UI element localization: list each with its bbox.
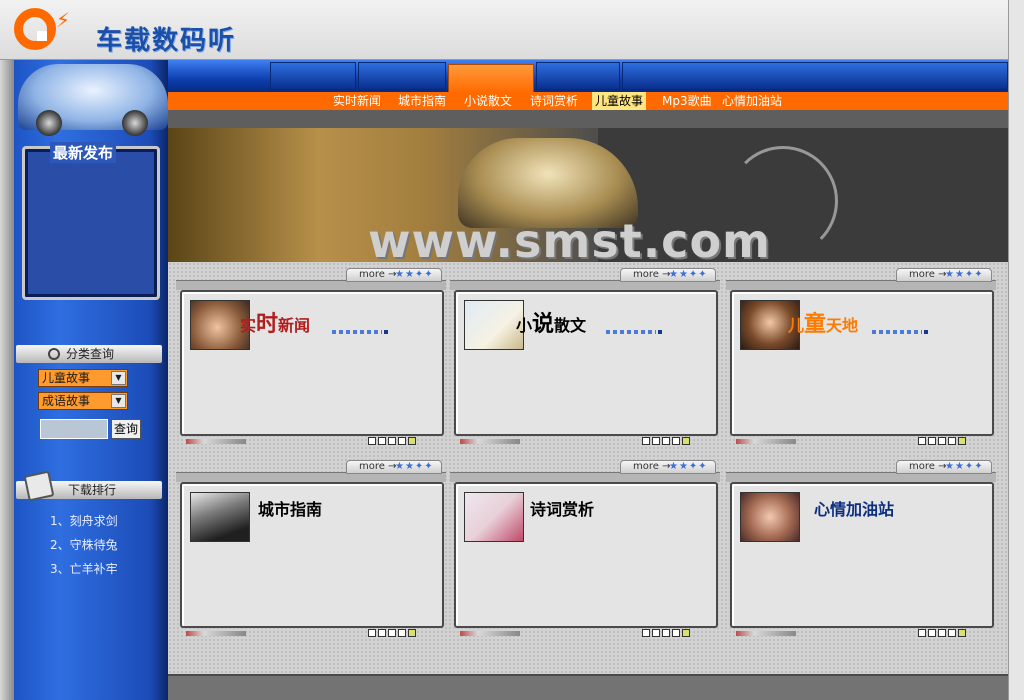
nav-active-tab[interactable] [448,64,534,94]
panel-body: 心情加油站 [730,482,994,628]
search-input[interactable] [40,419,108,439]
banner-url-text: www.smst.com [368,214,771,262]
download-icon [23,470,55,502]
category-select-value: 儿童故事 [42,371,91,385]
panel-mood: more → ★★✦✦ 心情加油站 [726,460,996,640]
panel-title: 小说散文 [516,311,587,337]
banner: www.smst.com [168,128,1008,262]
magnifier-icon [48,348,60,360]
panel-title: 儿童天地 [788,311,859,337]
panel-body: 诗词赏析 [454,482,718,628]
more-link[interactable]: more → ★★✦✦ [346,460,442,474]
panel-poetry: more → ★★✦✦ 诗词赏析 [450,460,720,640]
woman-glasses-thumb-image [740,492,800,542]
download-rank-header: 下载排行 [16,470,162,502]
category-query-label: 分类查询 [66,347,115,361]
beach-chair-thumb-image [464,300,524,350]
more-label: more → [909,269,947,280]
more-label: more → [633,269,671,280]
more-label: more → [633,461,671,472]
car-wheel-icon [122,110,148,136]
nav-item-poetry[interactable]: 诗词赏析 [530,92,578,110]
panel-title: 城市指南 [258,500,323,519]
panel-body: 儿童天地 [730,290,994,436]
more-label: more → [359,269,397,280]
car-image [18,64,168,136]
more-link[interactable]: more → ★★✦✦ [346,268,442,282]
stars-icon: ★★✦✦ [395,269,434,280]
panel-bottom [730,436,994,448]
nav-tab-slot [270,62,356,90]
subcategory-select-value: 成语故事 [42,394,91,408]
top-nav-orange [168,92,1008,110]
more-link[interactable]: more → ★★✦✦ [896,460,992,474]
stars-icon: ★★✦✦ [669,269,708,280]
dropdown-arrow-icon[interactable]: ▼ [111,394,126,408]
panel-bottom [730,628,994,640]
stars-icon: ★★✦✦ [945,461,984,472]
logo-spark-icon: ⚡ [56,8,71,32]
nav-item-children-stories[interactable]: 儿童故事 [592,92,647,110]
dotted-line-decoration [872,330,928,334]
panel-city-guide: more → ★★✦✦ 城市指南 [176,460,446,640]
dropdown-arrow-icon[interactable]: ▼ [111,371,126,385]
panel-body: 实时新闻 [180,290,444,436]
rank-item-1[interactable]: 1、刻舟求剑 [50,512,118,529]
nav-item-mp3[interactable]: Mp3歌曲 [662,92,712,110]
panel-title: 实时新闻 [240,311,311,337]
nav-tab-slot [536,62,620,90]
panel-bottom [454,436,718,448]
panel-novels: more → ★★✦✦ 小说散文 [450,268,720,448]
more-label: more → [359,461,397,472]
site-logo-text: 车载数码听 [96,26,237,56]
stars-icon: ★★✦✦ [669,461,708,472]
dotted-line-decoration [606,330,662,334]
latest-news-box [22,146,160,300]
panel-bottom [180,628,444,640]
dotted-line-decoration [332,330,388,334]
more-link[interactable]: more → ★★✦✦ [896,268,992,282]
nav-tab-slot [358,62,446,90]
header: ⚡ 车载数码听 [0,0,1008,60]
panel-bottom [180,436,444,448]
more-label: more → [909,461,947,472]
nav-item-news[interactable]: 实时新闻 [333,92,381,110]
nav-item-mood[interactable]: 心情加油站 [722,92,782,110]
panel-body: 城市指南 [180,482,444,628]
panel-title: 诗词赏析 [530,500,595,519]
banner-gap [168,110,1008,128]
car-wheel-icon [36,110,62,136]
calligraphy-thumb-image [464,492,524,542]
footer-strip [168,674,1008,700]
subcategory-select[interactable]: 成语故事 ▼ [38,392,128,410]
car-grille-thumb-image [190,492,250,542]
nav-item-novels[interactable]: 小说散文 [464,92,512,110]
latest-news-title: 最新发布 [50,142,117,163]
more-link[interactable]: more → ★★✦✦ [620,460,716,474]
panel-children: more → ★★✦✦ 儿童天地 [726,268,996,448]
stars-icon: ★★✦✦ [945,269,984,280]
download-rank-label: 下载排行 [68,483,117,497]
category-select[interactable]: 儿童故事 ▼ [38,369,128,387]
rank-item-2[interactable]: 2、守株待兔 [50,536,118,553]
panel-bottom [454,628,718,640]
nav-item-city-guide[interactable]: 城市指南 [398,92,446,110]
nav-tab-slot [622,62,1008,90]
search-button[interactable]: 查询 [111,419,141,439]
panel-realtime-news: more → ★★✦✦ 实时新闻 [176,268,446,448]
stars-icon: ★★✦✦ [395,461,434,472]
logo-o-icon [14,8,56,50]
panel-title: 心情加油站 [814,500,895,519]
panel-body: 小说散文 [454,290,718,436]
rank-item-3[interactable]: 3、亡羊补牢 [50,560,118,577]
more-link[interactable]: more → ★★✦✦ [620,268,716,282]
category-query-header: 分类查询 [16,345,162,363]
right-scroll-strip [1008,0,1024,700]
sidebar-edge [0,60,14,700]
